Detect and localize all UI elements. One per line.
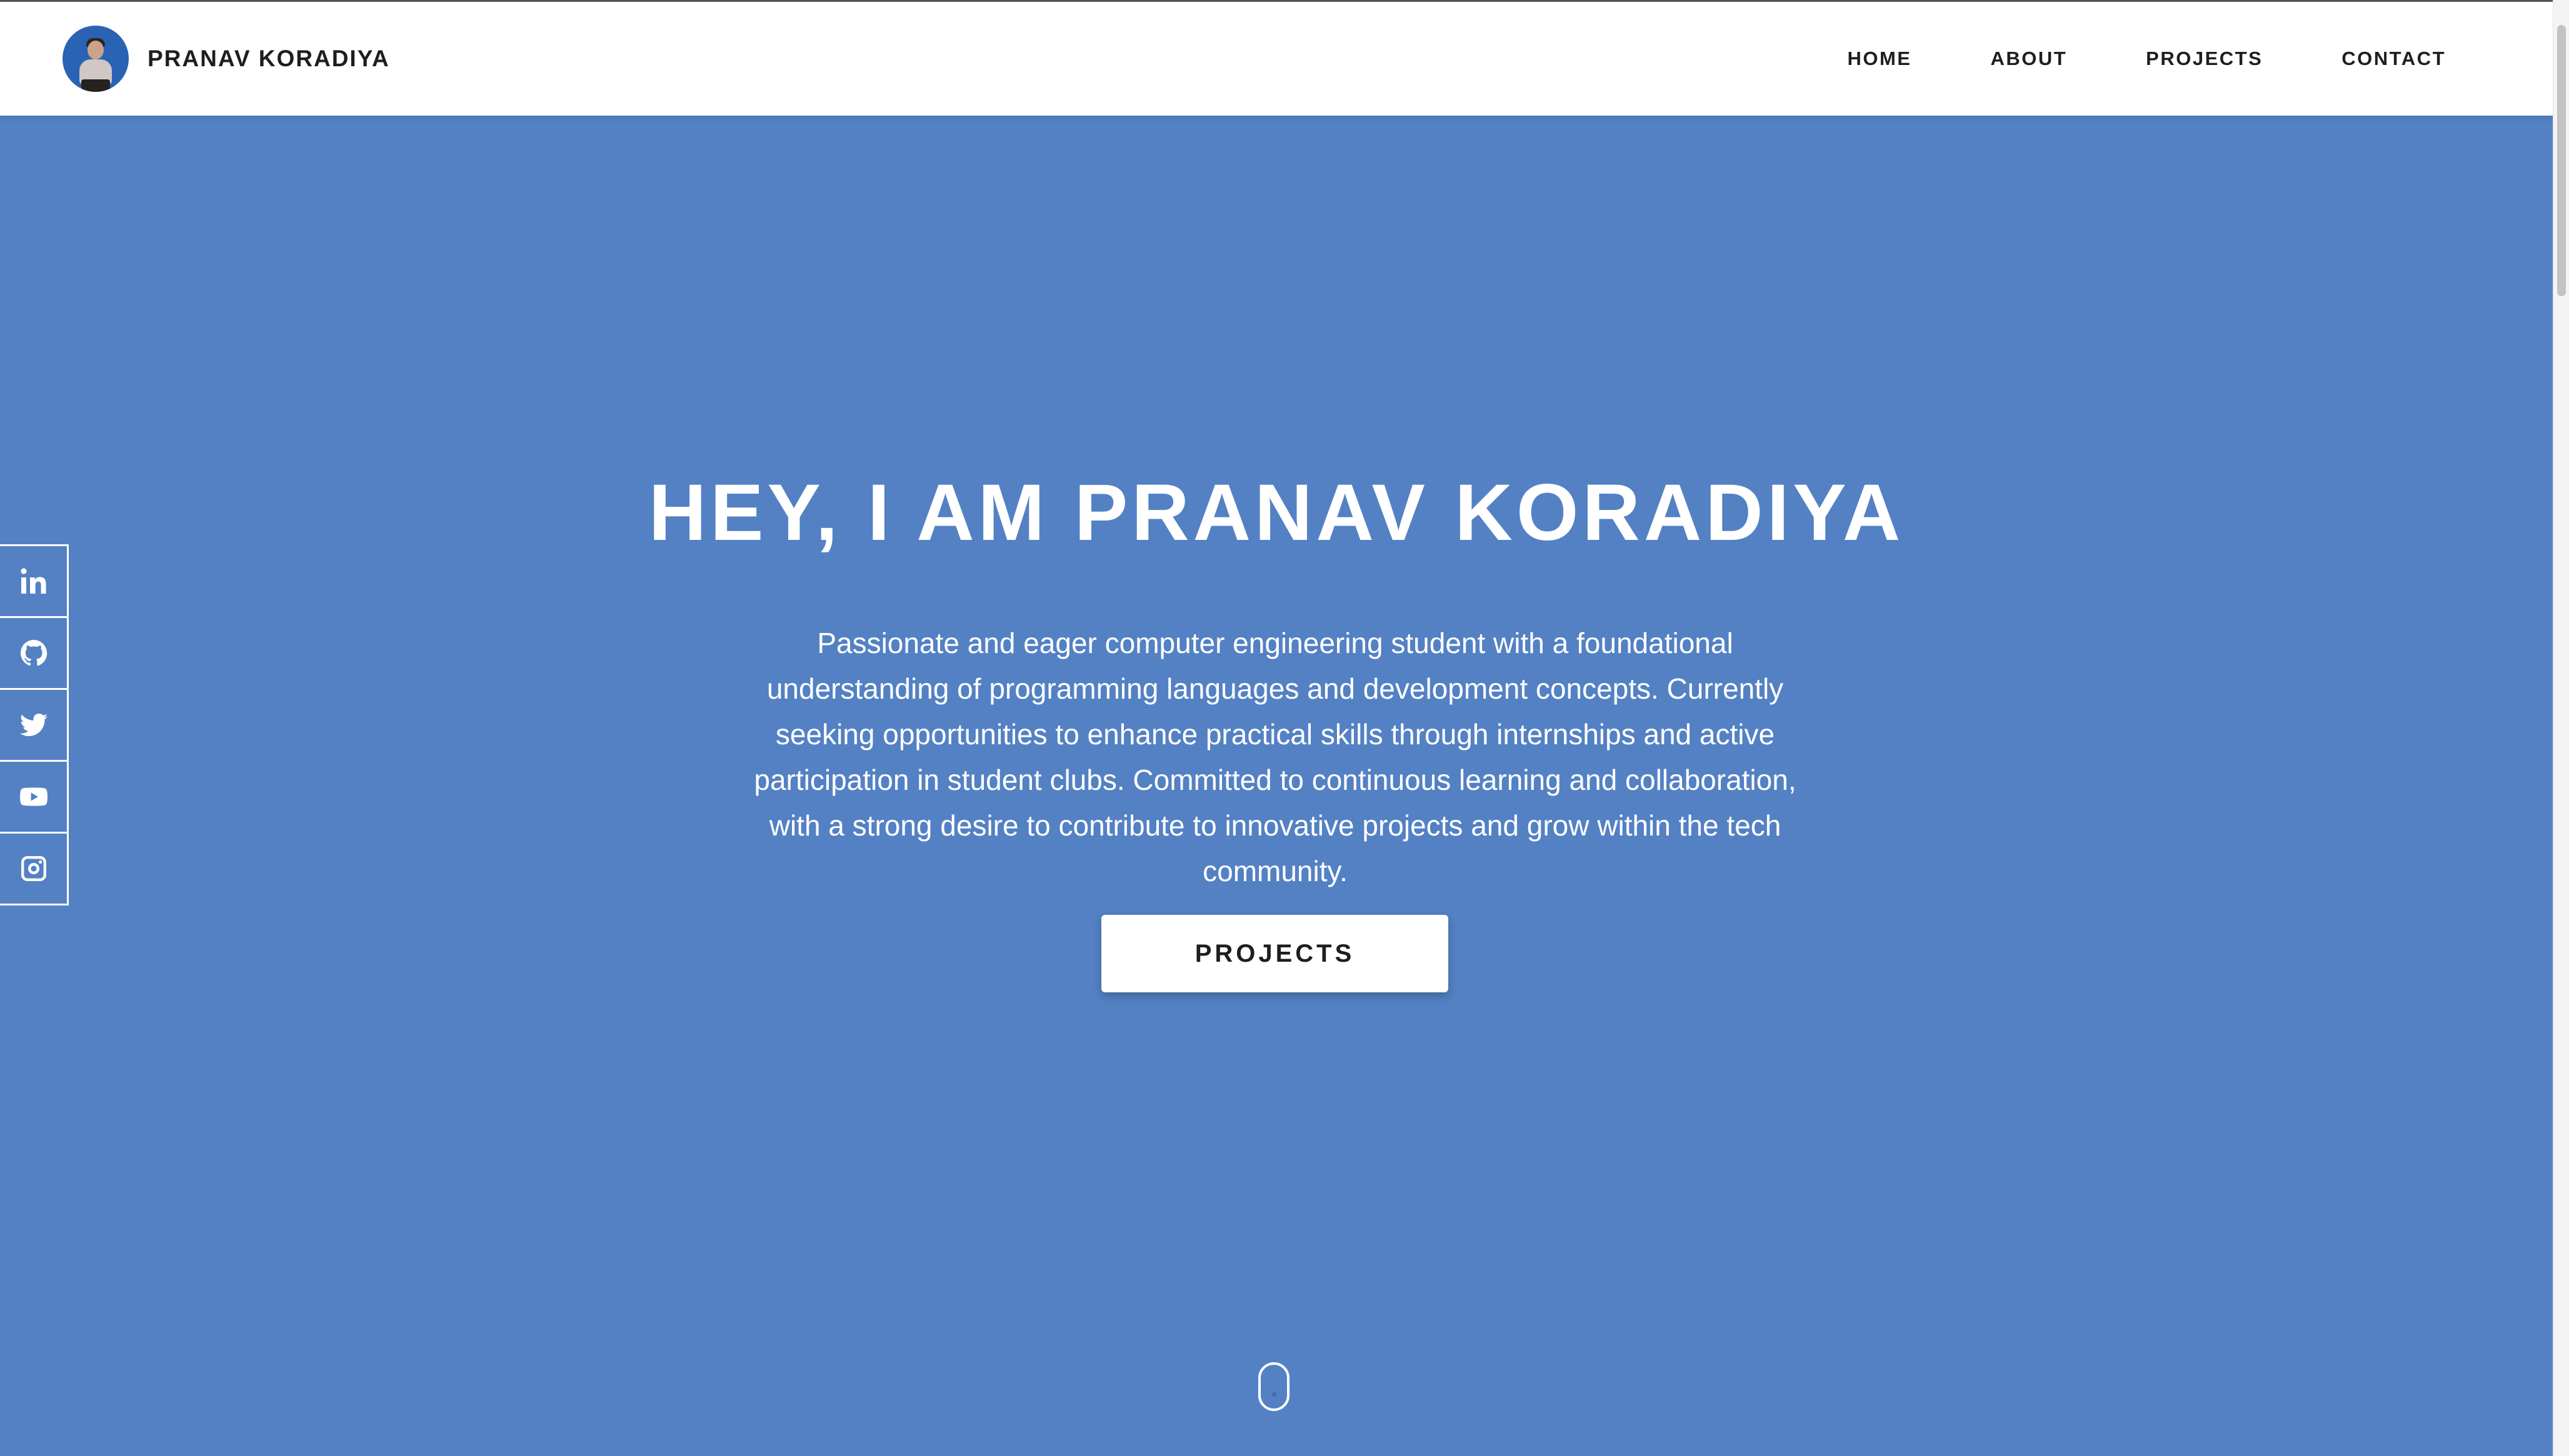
hero-section: HEY, I AM PRANAV KORADIYA Passionate and… [0, 116, 2553, 1456]
nav-about-link[interactable]: ABOUT [1990, 47, 2067, 70]
hero-description: Passionate and eager computer engineerin… [754, 627, 1796, 887]
site-header: PRANAV KORADIYA HOME ABOUT PROJECTS CONT… [0, 0, 2553, 116]
instagram-link[interactable] [0, 832, 69, 905]
main-nav: HOME ABOUT PROJECTS CONTACT [1847, 47, 2446, 70]
twitter-icon [19, 713, 48, 736]
youtube-link[interactable] [0, 760, 69, 834]
youtube-icon [19, 787, 48, 806]
github-icon [20, 640, 47, 666]
mouse-scroll-icon[interactable] [1258, 1362, 1290, 1411]
page: PRANAV KORADIYA HOME ABOUT PROJECTS CONT… [0, 0, 2569, 1456]
brand-name[interactable]: PRANAV KORADIYA [148, 46, 390, 72]
linkedin-link[interactable] [0, 544, 69, 618]
vertical-scrollbar[interactable] [2553, 0, 2569, 1456]
nav-projects-link[interactable]: PROJECTS [2146, 47, 2263, 70]
github-link[interactable] [0, 616, 69, 690]
social-links [0, 544, 69, 905]
scrollbar-thumb[interactable] [2557, 25, 2566, 296]
brand[interactable]: PRANAV KORADIYA [63, 26, 390, 92]
avatar [63, 26, 129, 92]
nav-contact-link[interactable]: CONTACT [2341, 47, 2446, 70]
twitter-link[interactable] [0, 688, 69, 762]
instagram-icon [21, 856, 46, 881]
nav-home-link[interactable]: HOME [1847, 47, 1911, 70]
projects-button[interactable]: PROJECTS [1101, 915, 1448, 992]
hero-title: HEY, I AM PRANAV KORADIYA [648, 468, 1905, 557]
scroll-wheel-dot [1272, 1392, 1276, 1397]
linkedin-icon [20, 568, 46, 594]
